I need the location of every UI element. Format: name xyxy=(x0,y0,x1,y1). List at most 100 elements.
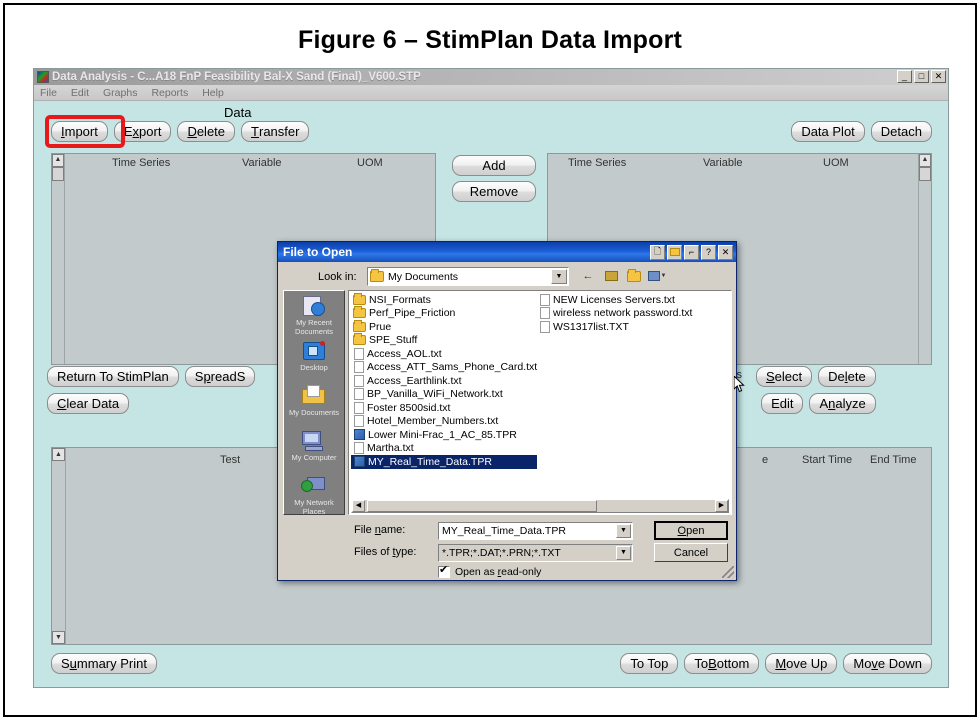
remove-button[interactable]: Remove xyxy=(452,181,536,202)
target-list-scrollbar[interactable]: ▲ xyxy=(918,154,931,364)
detach-button[interactable]: Detach xyxy=(870,121,932,142)
open-readonly-checkbox[interactable]: Open as read-only xyxy=(438,564,541,578)
file-list[interactable]: NSI_Formats Perf_Pipe_Friction Prue SPE_Stu… xyxy=(348,290,732,515)
to-top-button[interactable]: To Top xyxy=(620,653,679,674)
move-up-button[interactable]: Move Up xyxy=(765,653,838,674)
file-list-item[interactable]: Hotel_Member_Numbers.txt xyxy=(351,415,537,429)
cancel-button[interactable]: Cancel xyxy=(654,543,728,562)
summary-actions: Su mmary Print xyxy=(51,653,157,674)
menu-item-reports[interactable]: Reports xyxy=(151,87,188,99)
file-list-item[interactable]: Access_ATT_Sams_Phone_Card.txt xyxy=(351,361,537,375)
menu-item-help[interactable]: Help xyxy=(202,87,224,99)
test-scroll-down-arrow[interactable]: ▼ xyxy=(52,631,65,644)
back-arrow-icon[interactable]: ← xyxy=(578,267,598,285)
file-list-item[interactable]: Martha.txt xyxy=(351,442,537,456)
help-icon[interactable]: ? xyxy=(701,244,716,260)
summary-print-button[interactable]: Su mmary Print xyxy=(51,653,157,674)
file-list-item[interactable]: Access_AOL.txt xyxy=(351,347,537,361)
lookin-value: My Documents xyxy=(388,270,459,283)
folder-icon xyxy=(353,319,366,332)
file-list-item[interactable]: Lower Mini-Frac_1_AC_85.TPR xyxy=(351,428,537,442)
app-icon xyxy=(37,71,49,83)
file-list-item[interactable]: Prue xyxy=(351,319,537,334)
filename-value: MY_Real_Time_Data.TPR xyxy=(442,525,566,537)
my-computer-icon xyxy=(301,429,327,453)
import-button[interactable]: IImportmport xyxy=(51,121,108,142)
move-down-button[interactable]: Mo v e Down xyxy=(843,653,932,674)
file-list-item[interactable]: wireless network password.txt xyxy=(537,307,723,321)
export-button[interactable]: Ex port xyxy=(113,121,172,142)
transfer-button[interactable]: Transfer xyxy=(241,121,310,142)
file-list-item[interactable]: SPE_Stuff xyxy=(351,333,537,348)
view-menu-icon[interactable]: ⌐ xyxy=(684,244,699,260)
return-to-stimplan-button[interactable]: Return To StimPlan xyxy=(47,366,179,387)
analyze-button[interactable]: An alyze xyxy=(809,393,876,414)
clear-data-button[interactable]: Clear Data xyxy=(47,393,130,414)
file-list-hscrollbar[interactable]: ◀ ▶ xyxy=(351,499,729,513)
file-list-item[interactable]: Perf_Pipe_Friction xyxy=(351,306,537,321)
create-folder-icon[interactable] xyxy=(624,267,644,285)
place-my-network-places[interactable]: My Network Places xyxy=(284,474,344,517)
place-my-recent-documents[interactable]: My Recent Documents xyxy=(284,294,344,337)
lookin-combo[interactable]: My Documents ▼ xyxy=(367,267,569,286)
select-button[interactable]: Select xyxy=(756,366,813,387)
file-list-columns: NSI_Formats Perf_Pipe_Friction Prue SPE_Stu… xyxy=(351,292,729,498)
add-button[interactable]: Add xyxy=(452,155,536,176)
scroll-up-arrow-2[interactable]: ▲ xyxy=(919,154,931,167)
hscroll-right-arrow[interactable]: ▶ xyxy=(715,500,728,512)
dialog-close-icon[interactable]: ✕ xyxy=(718,244,733,260)
file-list-item[interactable]: Foster 8500sid.txt xyxy=(351,401,537,415)
file-list-item-label: Access_ATT_Sams_Phone_Card.txt xyxy=(367,361,538,374)
filename-chevron-down-icon[interactable]: ▼ xyxy=(616,524,631,538)
open-button[interactable]: Open xyxy=(654,521,728,540)
filetype-chevron-down-icon[interactable]: ▼ xyxy=(616,546,631,560)
chevron-down-icon[interactable]: ▼ xyxy=(551,269,567,284)
close-button[interactable]: ✕ xyxy=(931,70,946,83)
test-table-scrollbar[interactable]: ▲ ▼ xyxy=(52,448,66,644)
menu-item-edit[interactable]: Edit xyxy=(71,87,89,99)
file-list-item[interactable]: BP_Vanilla_WiFi_Network.txt xyxy=(351,388,537,402)
filetype-combo[interactable]: *.TPR;*.DAT;*.PRN;*.TXT ▼ xyxy=(438,544,633,562)
scroll-thumb[interactable] xyxy=(52,167,64,181)
maximize-button[interactable]: □ xyxy=(914,70,929,83)
up-one-level-icon[interactable] xyxy=(601,267,621,285)
place-desktop[interactable]: Desktop xyxy=(284,339,344,382)
spreadsheet-button[interactable]: Sp readS xyxy=(184,366,256,387)
file-list-item[interactable]: NSI_Formats xyxy=(351,292,537,307)
scroll-up-arrow[interactable]: ▲ xyxy=(52,154,64,167)
checkbox-icon[interactable] xyxy=(438,564,450,578)
dialog-title: File to Open xyxy=(283,245,353,259)
data-plot-button[interactable]: Data Plot xyxy=(791,121,865,142)
place-label-recent: My Recent Documents xyxy=(295,318,333,336)
filename-input[interactable]: MY_Real_Time_Data.TPR ▼ xyxy=(438,522,633,540)
file-list-item[interactable]: Access_Earthlink.txt xyxy=(351,374,537,388)
place-my-computer[interactable]: My Computer xyxy=(284,429,344,472)
new-page-icon[interactable]: 🗋 xyxy=(650,244,665,260)
delete-record-button[interactable]: De l ete xyxy=(818,366,876,387)
file-list-item-label: Access_Earthlink.txt xyxy=(367,374,462,387)
file-icon xyxy=(354,401,364,414)
file-list-item[interactable]: MY_Real_Time_Data.TPR xyxy=(351,455,537,469)
scroll-thumb-2[interactable] xyxy=(919,167,931,181)
source-list-scrollbar[interactable]: ▲ xyxy=(52,154,65,364)
minimize-button[interactable]: _ xyxy=(897,70,912,83)
delete-button[interactable]: Delete xyxy=(177,121,236,142)
menu-item-file[interactable]: File xyxy=(40,87,57,99)
folder-icon xyxy=(370,269,384,282)
edit-button[interactable]: Edit xyxy=(761,393,804,414)
test-scroll-up-arrow[interactable]: ▲ xyxy=(52,448,65,461)
file-icon xyxy=(540,307,550,320)
resize-grip[interactable] xyxy=(722,566,734,578)
up-folder-icon[interactable] xyxy=(667,244,682,260)
file-list-item[interactable]: NEW Licenses Servers.txt xyxy=(537,293,723,307)
to-bottom-button[interactable]: To Bottom xyxy=(684,653,760,674)
menu-item-graphs[interactable]: Graphs xyxy=(103,87,137,99)
file-list-item[interactable]: WS1317list.TXT xyxy=(537,320,723,334)
test-header-start-time: Start Time xyxy=(802,454,853,466)
place-my-documents[interactable]: My Documents xyxy=(284,384,344,427)
hscroll-left-arrow[interactable]: ◀ xyxy=(352,500,365,512)
place-label-documents: My Documents xyxy=(288,408,339,417)
views-menu-icon[interactable]: ▼ xyxy=(647,267,667,285)
hscroll-thumb[interactable] xyxy=(367,500,597,512)
file-icon xyxy=(354,388,364,401)
